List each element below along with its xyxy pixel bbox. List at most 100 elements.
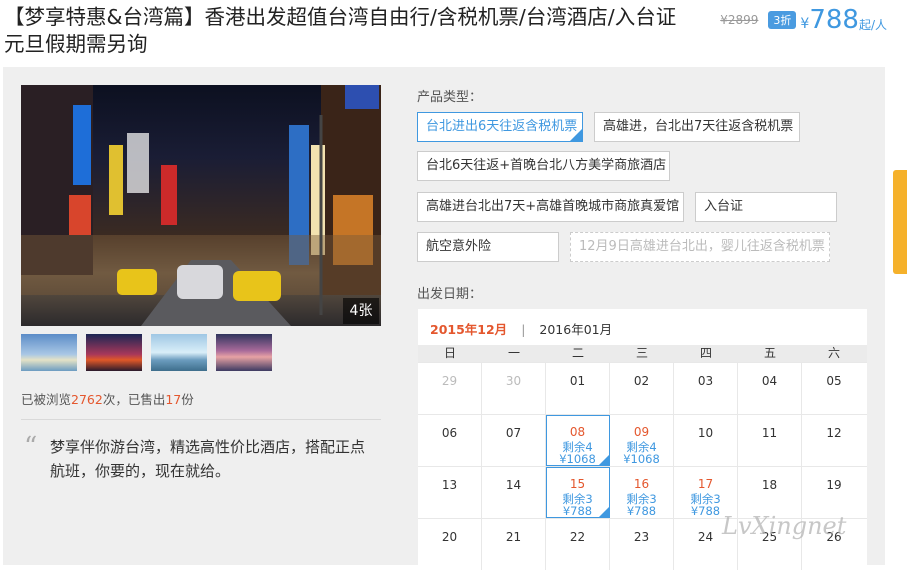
- option-infant-airfare: 12月9日高雄进台北出，婴儿往返含税机票: [570, 232, 830, 262]
- day-number: 23: [633, 530, 650, 544]
- day-price: ¥1068: [559, 452, 596, 466]
- month-tab-next[interactable]: 2016年01月: [539, 322, 612, 337]
- view-sales-stats: 已被浏览2762次，已售出17份: [21, 392, 194, 407]
- option-accident-insurance[interactable]: 航空意外险: [417, 232, 559, 262]
- sale-price: 788: [809, 4, 859, 35]
- day-number: 14: [505, 478, 522, 492]
- day-number: 13: [441, 478, 458, 492]
- side-float-tab[interactable]: [893, 170, 907, 274]
- quote-icon: “: [24, 432, 38, 462]
- weekday-header: 日 一 二 三 四 五 六: [418, 345, 867, 362]
- day-number: 22: [569, 530, 586, 544]
- thumbnail-2[interactable]: [86, 334, 142, 371]
- calendar-day[interactable]: 09 剩余4 ¥1068: [610, 415, 674, 466]
- calendar-day: 05: [802, 363, 866, 414]
- day-number: 04: [761, 374, 778, 388]
- currency-symbol: ¥: [800, 15, 810, 32]
- product-description: 梦享伴你游台湾，精选高性价比酒店，搭配正点航班，你要的，现在就给。: [50, 438, 366, 480]
- day-number: 30: [505, 374, 522, 388]
- main-photo[interactable]: 4张: [21, 85, 381, 326]
- day-price: ¥788: [562, 504, 593, 518]
- day-number: 07: [505, 426, 522, 440]
- price-unit: 起/人: [858, 18, 887, 32]
- watermark: LvXingnet: [722, 512, 847, 540]
- calendar-day: 12: [802, 415, 866, 466]
- day-number: 16: [633, 477, 650, 491]
- day-price: ¥788: [626, 504, 657, 518]
- day-number: 19: [826, 478, 842, 492]
- calendar-day: 21: [482, 519, 546, 570]
- day-number: 11: [761, 426, 778, 440]
- calendar-day: 06: [418, 415, 482, 466]
- month-tab-current[interactable]: 2015年12月: [430, 322, 507, 337]
- day-number: 12: [826, 426, 842, 440]
- price-box: ¥2899 3折 ¥ 788 起/人: [720, 6, 887, 33]
- calendar-day: 30: [482, 363, 546, 414]
- calendar-day: 01: [546, 363, 610, 414]
- calendar-day[interactable]: 15 剩余3 ¥788: [546, 467, 610, 518]
- calendar-day: 07: [482, 415, 546, 466]
- weekday-fri: 五: [763, 346, 776, 360]
- calendar-day: 20: [418, 519, 482, 570]
- day-number: 10: [697, 426, 714, 440]
- divider: [21, 419, 381, 420]
- option-entry-permit[interactable]: 入台证: [695, 192, 837, 222]
- day-number: 29: [441, 374, 458, 388]
- photo-count-badge: 4张: [343, 298, 379, 324]
- calendar-day: 13: [418, 467, 482, 518]
- calendar-day: 10: [674, 415, 738, 466]
- calendar-day[interactable]: 17 剩余3 ¥788: [674, 467, 738, 518]
- calendar-day: 04: [738, 363, 802, 414]
- day-number: 21: [505, 530, 522, 544]
- night-street-illustration: [21, 85, 381, 326]
- discount-badge: 3折: [768, 10, 797, 29]
- calendar-day: 03: [674, 363, 738, 414]
- option-taipei-6day-airfare[interactable]: 台北进出6天往返含税机票: [417, 112, 583, 142]
- calendar-day: 18: [738, 467, 802, 518]
- day-number: 20: [441, 530, 458, 544]
- weekday-sat: 六: [827, 346, 840, 360]
- day-number: 02: [633, 374, 650, 388]
- day-number: 03: [697, 374, 714, 388]
- page-title: 【梦享特惠&台湾篇】香港出发超值台湾自由行/含税机票/台湾酒店/入台证 元旦假期…: [4, 5, 677, 56]
- calendar-day[interactable]: 16 剩余3 ¥788: [610, 467, 674, 518]
- thumbnail-3[interactable]: [151, 334, 207, 371]
- calendar-month-switcher: 2015年12月 | 2016年01月: [430, 322, 613, 337]
- thumbnail-strip: [21, 334, 272, 371]
- weekday-wed: 三: [635, 346, 648, 360]
- thumbnail-4[interactable]: [216, 334, 272, 371]
- original-price: ¥2899: [720, 12, 759, 27]
- day-number: 01: [569, 374, 586, 388]
- calendar-week-row: 13 14 15 剩余3 ¥788 16 剩余3 ¥788 17 剩余3 ¥788 18 19: [418, 466, 867, 518]
- weekday-sun: 日: [443, 346, 456, 360]
- calendar-day: 22: [546, 519, 610, 570]
- calendar-week-row: 29 30 01 02 03 04 05: [418, 362, 867, 414]
- calendar-day: 02: [610, 363, 674, 414]
- weekday-mon: 一: [507, 346, 520, 360]
- day-number: 06: [441, 426, 458, 440]
- calendar-day: 23: [610, 519, 674, 570]
- day-number: 08: [569, 425, 586, 439]
- calendar-day: 19: [802, 467, 866, 518]
- calendar-day: 29: [418, 363, 482, 414]
- day-number: 05: [826, 374, 842, 388]
- product-type-label: 产品类型：: [417, 90, 483, 105]
- option-kaohsiung-7day-airfare[interactable]: 高雄进，台北出7天往返含税机票: [594, 112, 800, 142]
- day-price: ¥1068: [623, 452, 660, 466]
- view-count: 2762: [71, 392, 103, 407]
- departure-date-label: 出发日期：: [417, 287, 483, 302]
- day-number: 15: [569, 477, 586, 491]
- weekday-tue: 二: [571, 346, 584, 360]
- day-number: 09: [633, 425, 650, 439]
- calendar-day: 14: [482, 467, 546, 518]
- thumbnail-1[interactable]: [21, 334, 77, 371]
- calendar-week-row: 06 07 08 剩余4 ¥1068 09 剩余4 ¥1068 10 11 12: [418, 414, 867, 466]
- day-number: 24: [697, 530, 714, 544]
- weekday-thu: 四: [699, 346, 712, 360]
- sold-count: 17: [165, 392, 182, 407]
- option-taipei-6day-hotel[interactable]: 台北6天往返+首晚台北八方美学商旅酒店: [417, 151, 670, 181]
- calendar-day[interactable]: 08 剩余4 ¥1068: [546, 415, 610, 466]
- day-number: 17: [697, 477, 714, 491]
- option-kaohsiung-7day-hotel[interactable]: 高雄进台北出7天+高雄首晚城市商旅真爱馆: [417, 192, 684, 222]
- day-number: 18: [761, 478, 778, 492]
